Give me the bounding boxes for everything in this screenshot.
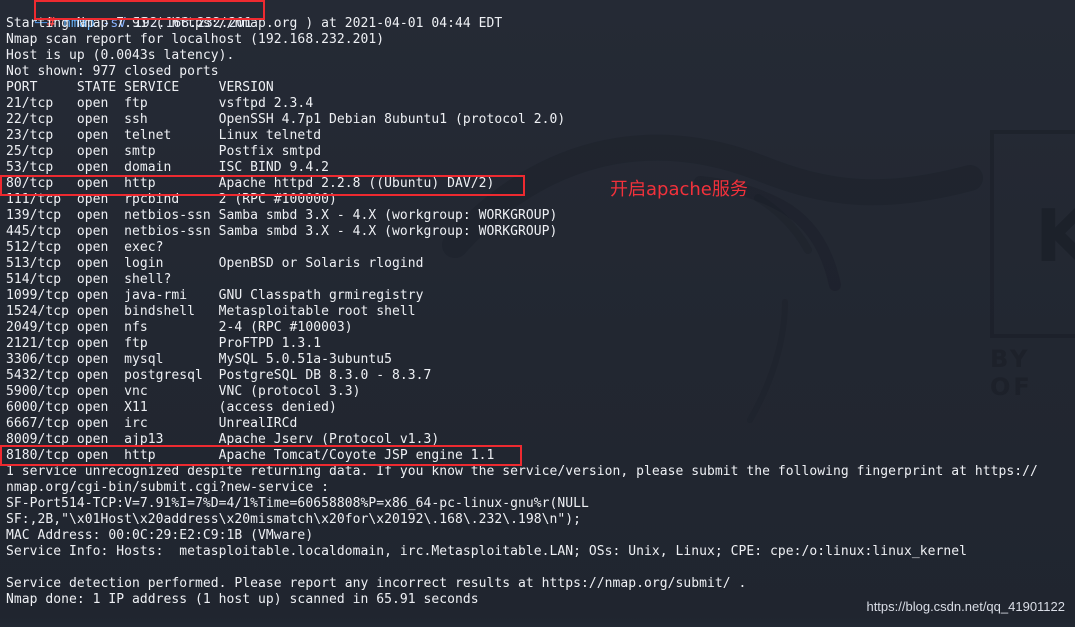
tomcat-port-highlight-box [0, 445, 522, 466]
port-row: 514/tcp open shell? [6, 272, 172, 287]
port-row: 21/tcp open ftp vsftpd 2.3.4 [6, 96, 314, 111]
port-row: 23/tcp open telnet Linux telnetd [6, 128, 322, 143]
port-row: 22/tcp open ssh OpenSSH 4.7p1 Debian 8ub… [6, 112, 566, 127]
port-row: 6667/tcp open irc UnrealIRCd [6, 416, 298, 431]
port-row: 25/tcp open smtp Postfix smtpd [6, 144, 322, 159]
port-table-header: PORT STATE SERVICE VERSION [6, 80, 274, 95]
port-row: 53/tcp open domain ISC BIND 9.4.2 [6, 160, 329, 175]
output-line: MAC Address: 00:0C:29:E2:C9:1B (VMware) [6, 528, 314, 543]
background-logo-letter: K [1035, 194, 1075, 278]
bottom-fade [0, 618, 1075, 627]
command-highlight-box [34, 0, 265, 20]
port-row: 445/tcp open netbios-ssn Samba smbd 3.X … [6, 224, 558, 239]
background-logo-box-icon [990, 130, 1075, 338]
output-line: Nmap done: 1 IP address (1 host up) scan… [6, 592, 479, 607]
port-row: 1099/tcp open java-rmi GNU Classpath grm… [6, 288, 424, 303]
background-logo-text: BY OF [990, 345, 1033, 401]
port-row: 512/tcp open exec? [6, 240, 164, 255]
port-row: 6000/tcp open X11 (access denied) [6, 400, 337, 415]
watermark-url: https://blog.csdn.net/qq_41901122 [866, 599, 1065, 614]
output-line: SF:,2B,"\x01Host\x20address\x20mismatch\… [6, 512, 581, 527]
annotation-text: 开启apache服务 [610, 179, 748, 200]
port-row: 3306/tcp open mysql MySQL 5.0.51a-3ubunt… [6, 352, 392, 367]
output-line: Nmap scan report for localhost (192.168.… [6, 32, 385, 47]
port-row: 5432/tcp open postgresql PostgreSQL DB 8… [6, 368, 432, 383]
port-row: 513/tcp open login OpenBSD or Solaris rl… [6, 256, 424, 271]
output-line: Service detection performed. Please repo… [6, 576, 747, 591]
port-row: 2121/tcp open ftp ProFTPD 1.3.1 [6, 336, 322, 351]
output-line: Host is up (0.0043s latency). [6, 48, 235, 63]
port-row: 139/tcp open netbios-ssn Samba smbd 3.X … [6, 208, 558, 223]
output-line: nmap.org/cgi-bin/submit.cgi?new-service … [6, 480, 329, 495]
apache-port-highlight-box [0, 175, 525, 196]
port-row: 1524/tcp open bindshell Metasploitable r… [6, 304, 416, 319]
output-line: Not shown: 977 closed ports [6, 64, 219, 79]
port-row: 2049/tcp open nfs 2-4 (RPC #100003) [6, 320, 353, 335]
output-line: 1 service unrecognized despite returning… [6, 464, 1038, 479]
output-line: Service Info: Hosts: metasploitable.loca… [6, 544, 967, 559]
port-row: 5900/tcp open vnc VNC (protocol 3.3) [6, 384, 361, 399]
output-line: SF-Port514-TCP:V=7.91%I=7%D=4/1%Time=606… [6, 496, 589, 511]
terminal-window[interactable]: K BY OF └─# nmap -sV 192.168.232.201 Sta… [0, 0, 1075, 627]
